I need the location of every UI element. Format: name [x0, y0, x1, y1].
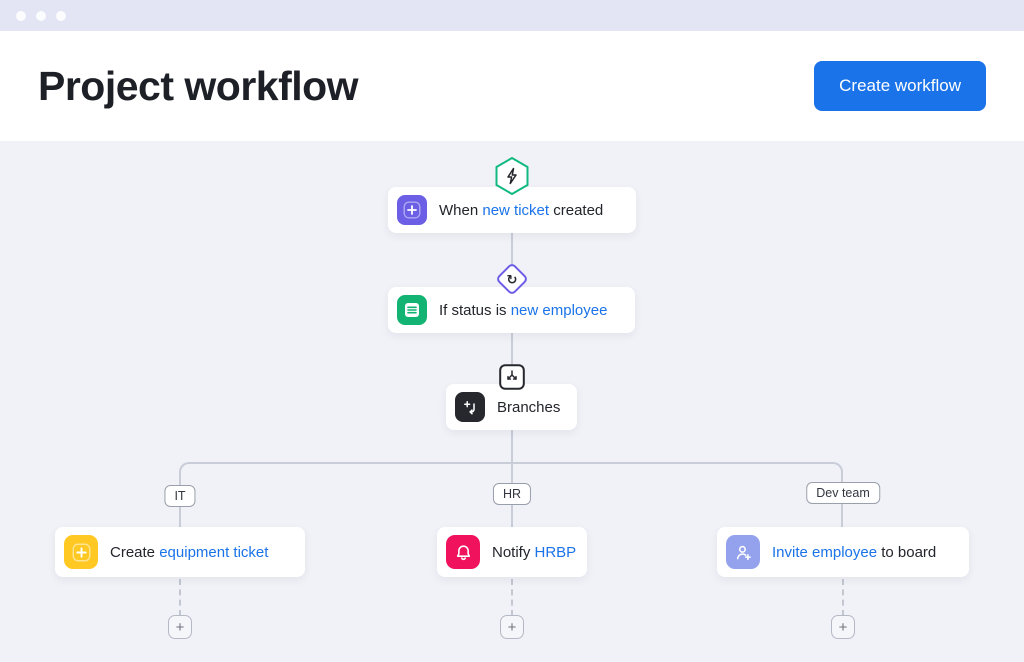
- loop-arrows-icon: ↻: [506, 271, 518, 287]
- plus-icon: [64, 535, 98, 569]
- person-add-icon: [726, 535, 760, 569]
- titlebar-dot: [36, 10, 46, 21]
- node-text-link[interactable]: equipment ticket: [159, 544, 268, 561]
- node-text-suffix: to board: [877, 543, 937, 561]
- node-text-prefix: Notify: [492, 543, 535, 561]
- branches-node-text: Branches: [497, 398, 561, 416]
- invite-node-text: Invite employee to board: [772, 544, 936, 561]
- titlebar-dot: [56, 10, 66, 21]
- trigger-node-text: When new ticket created: [439, 202, 603, 219]
- node-text-link[interactable]: HRBP: [535, 544, 577, 561]
- add-step-button[interactable]: +: [500, 615, 524, 639]
- plus-icon: [397, 195, 427, 225]
- add-step-button[interactable]: +: [831, 615, 855, 639]
- add-step-button[interactable]: +: [168, 615, 192, 639]
- page-title: Project workflow: [38, 62, 359, 109]
- trigger-hexagon-icon: [494, 156, 530, 201]
- page-header: Project workflow Create workflow: [0, 31, 1024, 141]
- branch-label-it[interactable]: IT: [164, 485, 196, 507]
- node-text-link[interactable]: new ticket: [482, 202, 549, 219]
- condition-node-text: If status is new employee: [439, 302, 607, 319]
- window-titlebar: [0, 0, 1024, 31]
- node-text-prefix: When: [439, 201, 483, 219]
- list-icon: [397, 295, 427, 325]
- bell-icon: [446, 535, 480, 569]
- node-text-suffix: created: [549, 201, 604, 219]
- branches-icon: [455, 392, 485, 422]
- hr-dashed-connector: [511, 579, 513, 616]
- node-text-prefix: Create: [110, 543, 160, 561]
- node-text-prefix: If status is: [439, 301, 511, 319]
- it-dashed-connector: [179, 579, 181, 616]
- action-node-notify[interactable]: Notify HRBP: [437, 527, 587, 577]
- action-node-equipment[interactable]: Create equipment ticket: [55, 527, 305, 577]
- action-node-invite[interactable]: Invite employee to board: [717, 527, 969, 577]
- branch-label-hr[interactable]: HR: [492, 483, 532, 505]
- equipment-node-text: Create equipment ticket: [110, 544, 268, 561]
- node-text-link[interactable]: Invite employee: [772, 544, 877, 561]
- branch-split-icon: [499, 364, 525, 395]
- branch-label-devteam[interactable]: Dev team: [806, 482, 880, 504]
- node-text-link[interactable]: new employee: [511, 302, 608, 319]
- notify-node-text: Notify HRBP: [492, 544, 576, 561]
- devteam-dashed-connector: [842, 579, 844, 616]
- titlebar-dot: [16, 10, 26, 21]
- create-workflow-button[interactable]: Create workflow: [814, 61, 986, 111]
- app-window: Project workflow Create workflow When ne…: [0, 0, 1024, 662]
- lightning-bolt-icon: [495, 157, 529, 195]
